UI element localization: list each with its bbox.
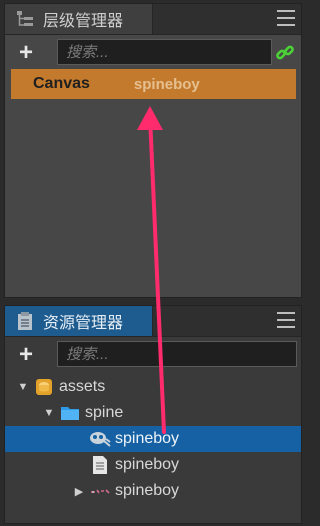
tree-item-assets[interactable]: ▼ assets <box>5 374 301 400</box>
chevron-down-icon[interactable]: ▼ <box>43 407 55 419</box>
assets-search-input[interactable] <box>57 341 297 367</box>
tree-item-label: spineboy <box>115 456 180 473</box>
tree-item-spine[interactable]: ▼ spine <box>5 400 301 426</box>
chevron-right-icon[interactable]: ▶ <box>73 485 85 498</box>
hierarchy-panel: 层级管理器 + Canvas spineboy <box>4 3 302 298</box>
tree-item-spineboy-skeleton[interactable]: spineboy <box>5 426 301 452</box>
tree-item-label: spineboy <box>115 430 180 447</box>
tree-item-label: spine <box>85 404 124 421</box>
tree-item-spineboy-json[interactable]: spineboy <box>5 452 301 478</box>
hierarchy-toolbar: + <box>5 35 301 71</box>
link-icon[interactable] <box>275 43 295 63</box>
hierarchy-tree-icon <box>15 9 35 29</box>
database-icon <box>33 377 55 397</box>
folder-icon <box>59 403 81 423</box>
clipboard-icon <box>15 311 35 331</box>
assets-tree: ▼ assets ▼ spine spineboy spineboy ▶ spi… <box>5 374 301 504</box>
chevron-down-icon[interactable]: ▼ <box>17 381 29 393</box>
assets-toolbar: + <box>5 337 301 373</box>
tab-assets-label: 资源管理器 <box>43 315 124 332</box>
hierarchy-add-button[interactable]: + <box>15 41 37 65</box>
tab-assets[interactable]: 资源管理器 <box>5 306 153 336</box>
tab-hierarchy-label: 层级管理器 <box>43 13 124 30</box>
tree-item-label: assets <box>59 378 106 395</box>
file-icon <box>89 455 111 475</box>
tree-item-label: spineboy <box>115 482 180 499</box>
atlas-icon <box>89 481 111 501</box>
assets-tabbar: 资源管理器 <box>5 306 301 337</box>
hierarchy-node-canvas[interactable]: Canvas spineboy <box>11 69 296 99</box>
hierarchy-tabbar: 层级管理器 <box>5 4 301 35</box>
assets-add-button[interactable]: + <box>15 343 37 367</box>
drag-ghost-label: spineboy <box>133 75 200 93</box>
assets-menu-icon[interactable] <box>277 312 295 328</box>
assets-panel: 资源管理器 + ▼ assets ▼ <box>4 305 302 524</box>
hierarchy-menu-icon[interactable] <box>277 10 295 26</box>
tree-item-spineboy-atlas[interactable]: ▶ spineboy <box>5 478 301 504</box>
hierarchy-node-label: Canvas <box>33 75 90 92</box>
hierarchy-search-input[interactable] <box>57 39 272 65</box>
tab-hierarchy[interactable]: 层级管理器 <box>5 4 153 34</box>
skeleton-icon <box>89 429 111 449</box>
